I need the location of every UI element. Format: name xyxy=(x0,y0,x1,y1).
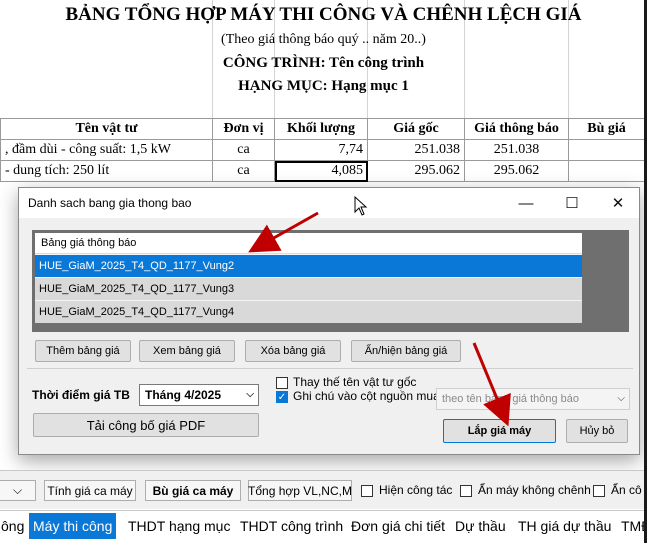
tab-thdt-item[interactable]: THDT hạng mục xyxy=(124,513,234,539)
tab-partial[interactable]: ông xyxy=(0,513,28,539)
tab-tmd[interactable]: TMĐ xyxy=(617,513,647,539)
tab-machine[interactable]: Máy thi công xyxy=(29,513,117,539)
summary-button[interactable]: Tổng hợp VL,NC,M xyxy=(248,480,352,501)
hide-machine-checkbox[interactable] xyxy=(460,485,472,497)
chevron-down-icon: ⌵ xyxy=(12,483,23,497)
bottom-toolbar: ⌵ Tính giá ca máy Bù giá ca máy Tổng hợp… xyxy=(0,470,647,509)
hide-more-label: Ẩn cô xyxy=(611,483,642,497)
dropdown-stub[interactable]: ⌵ xyxy=(0,480,36,501)
tab-unit-price[interactable]: Đơn giá chi tiết xyxy=(347,513,449,539)
annotation-arrows xyxy=(248,211,511,427)
tab-thdt-project[interactable]: THDT công trình xyxy=(236,513,347,539)
calc-machine-price-button[interactable]: Tính giá ca máy xyxy=(44,480,136,501)
tab-bidding[interactable]: Dự thầu xyxy=(451,513,510,539)
bu-machine-price-button[interactable]: Bù giá ca máy xyxy=(145,480,241,501)
show-work-label: Hiện công tác xyxy=(379,483,453,497)
hide-machine-label: Ẩn máy không chênh xyxy=(478,483,591,497)
sheet-tabs: ông Máy thi công THDT hạng mục THDT công… xyxy=(0,510,647,544)
arrow-to-apply-button xyxy=(472,342,511,427)
tab-bid-summary[interactable]: TH giá dự thầu xyxy=(514,513,615,539)
show-work-checkbox[interactable] xyxy=(361,485,373,497)
arrow-to-list-item xyxy=(248,211,319,253)
hide-more-checkbox[interactable] xyxy=(593,485,605,497)
